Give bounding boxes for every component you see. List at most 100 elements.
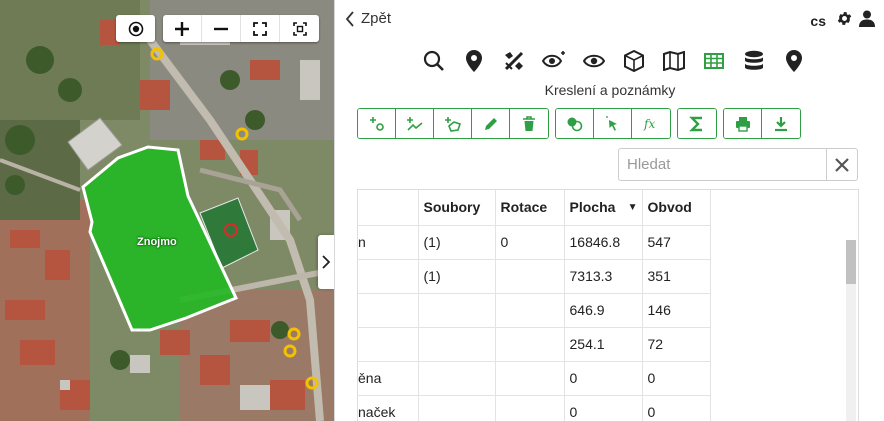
trash-icon xyxy=(523,115,535,131)
cell-name: naček xyxy=(358,395,419,421)
cell-rotation xyxy=(495,293,565,328)
feature-label: Znojmo xyxy=(137,236,177,248)
cell-perimeter: 0 xyxy=(642,361,711,396)
user-icon xyxy=(859,10,875,27)
nav-layers[interactable] xyxy=(739,49,769,73)
table-scrollbar[interactable] xyxy=(846,240,856,421)
cell-rotation xyxy=(495,259,565,294)
delete-button[interactable] xyxy=(510,109,548,138)
sidebar-toggle-button[interactable] xyxy=(318,235,334,289)
drawing-toolbar: fx xyxy=(357,108,801,139)
cell-rotation xyxy=(495,327,565,362)
search-input[interactable] xyxy=(619,149,826,180)
sigma-icon xyxy=(689,116,702,131)
column-header-rotation[interactable]: Rotace xyxy=(495,190,565,226)
nav-3d[interactable] xyxy=(619,49,649,73)
nav-place[interactable] xyxy=(779,49,809,73)
fit-extent-button[interactable] xyxy=(280,15,319,42)
add-point-icon xyxy=(369,116,384,131)
chevron-right-icon xyxy=(322,255,330,269)
side-panel: Zpět cs Kreslení a poznámky fx Hledat So… xyxy=(334,0,884,421)
close-icon xyxy=(835,157,849,172)
add-point-button[interactable] xyxy=(358,109,396,138)
database-icon xyxy=(745,50,763,70)
user-button[interactable] xyxy=(859,10,875,31)
table-row[interactable]: (1) 7313.3 351 xyxy=(358,259,711,294)
nav-visibility-scan[interactable] xyxy=(539,49,569,73)
zoom-out-button[interactable] xyxy=(202,15,241,42)
table-row[interactable]: naček 0 0 xyxy=(358,395,711,421)
table-row[interactable]: n (1) 0 16846.8 547 xyxy=(358,225,711,260)
cell-area: 646.9 xyxy=(564,293,643,328)
panel-header: Zpět cs xyxy=(335,0,884,40)
download-button[interactable] xyxy=(762,109,800,138)
sort-desc-icon: ▼ xyxy=(627,202,638,213)
clear-search-button[interactable] xyxy=(826,149,857,180)
svg-text:fx: fx xyxy=(643,117,655,131)
add-polygon-icon xyxy=(444,116,461,132)
nav-search[interactable] xyxy=(419,49,449,73)
language-selector[interactable]: cs xyxy=(810,13,826,29)
table-row[interactable]: ěna 0 0 xyxy=(358,361,711,396)
gear-icon xyxy=(837,12,852,25)
column-header-perimeter[interactable]: Obvod xyxy=(642,190,711,226)
table-row[interactable]: 254.1 72 xyxy=(358,327,711,362)
chevron-left-icon xyxy=(345,10,354,27)
cell-perimeter: 0 xyxy=(642,395,711,421)
map-toolbar xyxy=(116,15,319,42)
zoom-in-button[interactable] xyxy=(163,15,202,42)
nav-table[interactable] xyxy=(699,49,729,73)
scrollbar-thumb[interactable] xyxy=(846,240,856,284)
cell-area: 0 xyxy=(564,395,643,421)
merge-icon xyxy=(567,117,582,131)
table-row[interactable]: 646.9 146 xyxy=(358,293,711,328)
cell-perimeter: 72 xyxy=(642,327,711,362)
panel-navigation xyxy=(419,49,809,73)
eye-scan-icon xyxy=(542,51,565,68)
cell-name: ěna xyxy=(358,361,419,396)
cell-files: (1) xyxy=(418,259,496,294)
nav-visibility[interactable] xyxy=(579,49,609,73)
edit-button[interactable] xyxy=(472,109,510,138)
nav-tools[interactable] xyxy=(499,49,529,73)
back-button[interactable]: Zpět xyxy=(345,10,391,27)
cell-area: 0 xyxy=(564,361,643,396)
map-marker-icon xyxy=(466,50,482,72)
sum-button[interactable] xyxy=(678,109,716,138)
map-view[interactable]: Znojmo xyxy=(0,0,334,421)
function-button[interactable]: fx xyxy=(632,109,670,138)
add-polygon-button[interactable] xyxy=(434,109,472,138)
eye-icon xyxy=(583,54,605,68)
merge-button[interactable] xyxy=(556,109,594,138)
select-button[interactable] xyxy=(594,109,632,138)
nav-locations[interactable] xyxy=(459,49,489,73)
fullscreen-button[interactable] xyxy=(241,15,280,42)
nav-maps[interactable] xyxy=(659,49,689,73)
cell-name xyxy=(358,327,419,362)
cell-area: 254.1 xyxy=(564,327,643,362)
add-line-button[interactable] xyxy=(396,109,434,138)
table-icon xyxy=(704,53,724,69)
table-header-row: Soubory Rotace Plocha ▼ Obvod xyxy=(358,190,711,226)
plus-icon xyxy=(175,21,189,36)
back-label: Zpět xyxy=(361,10,392,27)
cell-files xyxy=(418,327,496,362)
column-header-files[interactable]: Soubory xyxy=(418,190,496,226)
download-icon xyxy=(775,116,787,131)
fit-extent-icon xyxy=(292,21,307,36)
settings-button[interactable] xyxy=(836,10,853,31)
cell-perimeter: 351 xyxy=(642,259,711,294)
column-header-area[interactable]: Plocha ▼ xyxy=(564,190,643,226)
locate-button[interactable] xyxy=(116,15,155,42)
print-button[interactable] xyxy=(724,109,762,138)
cell-rotation xyxy=(495,395,565,421)
cell-rotation: 0 xyxy=(495,225,565,260)
cell-files xyxy=(418,361,496,396)
pencil-icon xyxy=(484,117,497,130)
section-title: Kreslení a poznámky xyxy=(544,82,676,98)
tools-icon xyxy=(504,51,524,71)
add-line-icon xyxy=(406,116,423,131)
cell-area: 7313.3 xyxy=(564,259,643,294)
cell-name: n xyxy=(358,225,419,260)
column-header-name[interactable] xyxy=(358,190,419,226)
